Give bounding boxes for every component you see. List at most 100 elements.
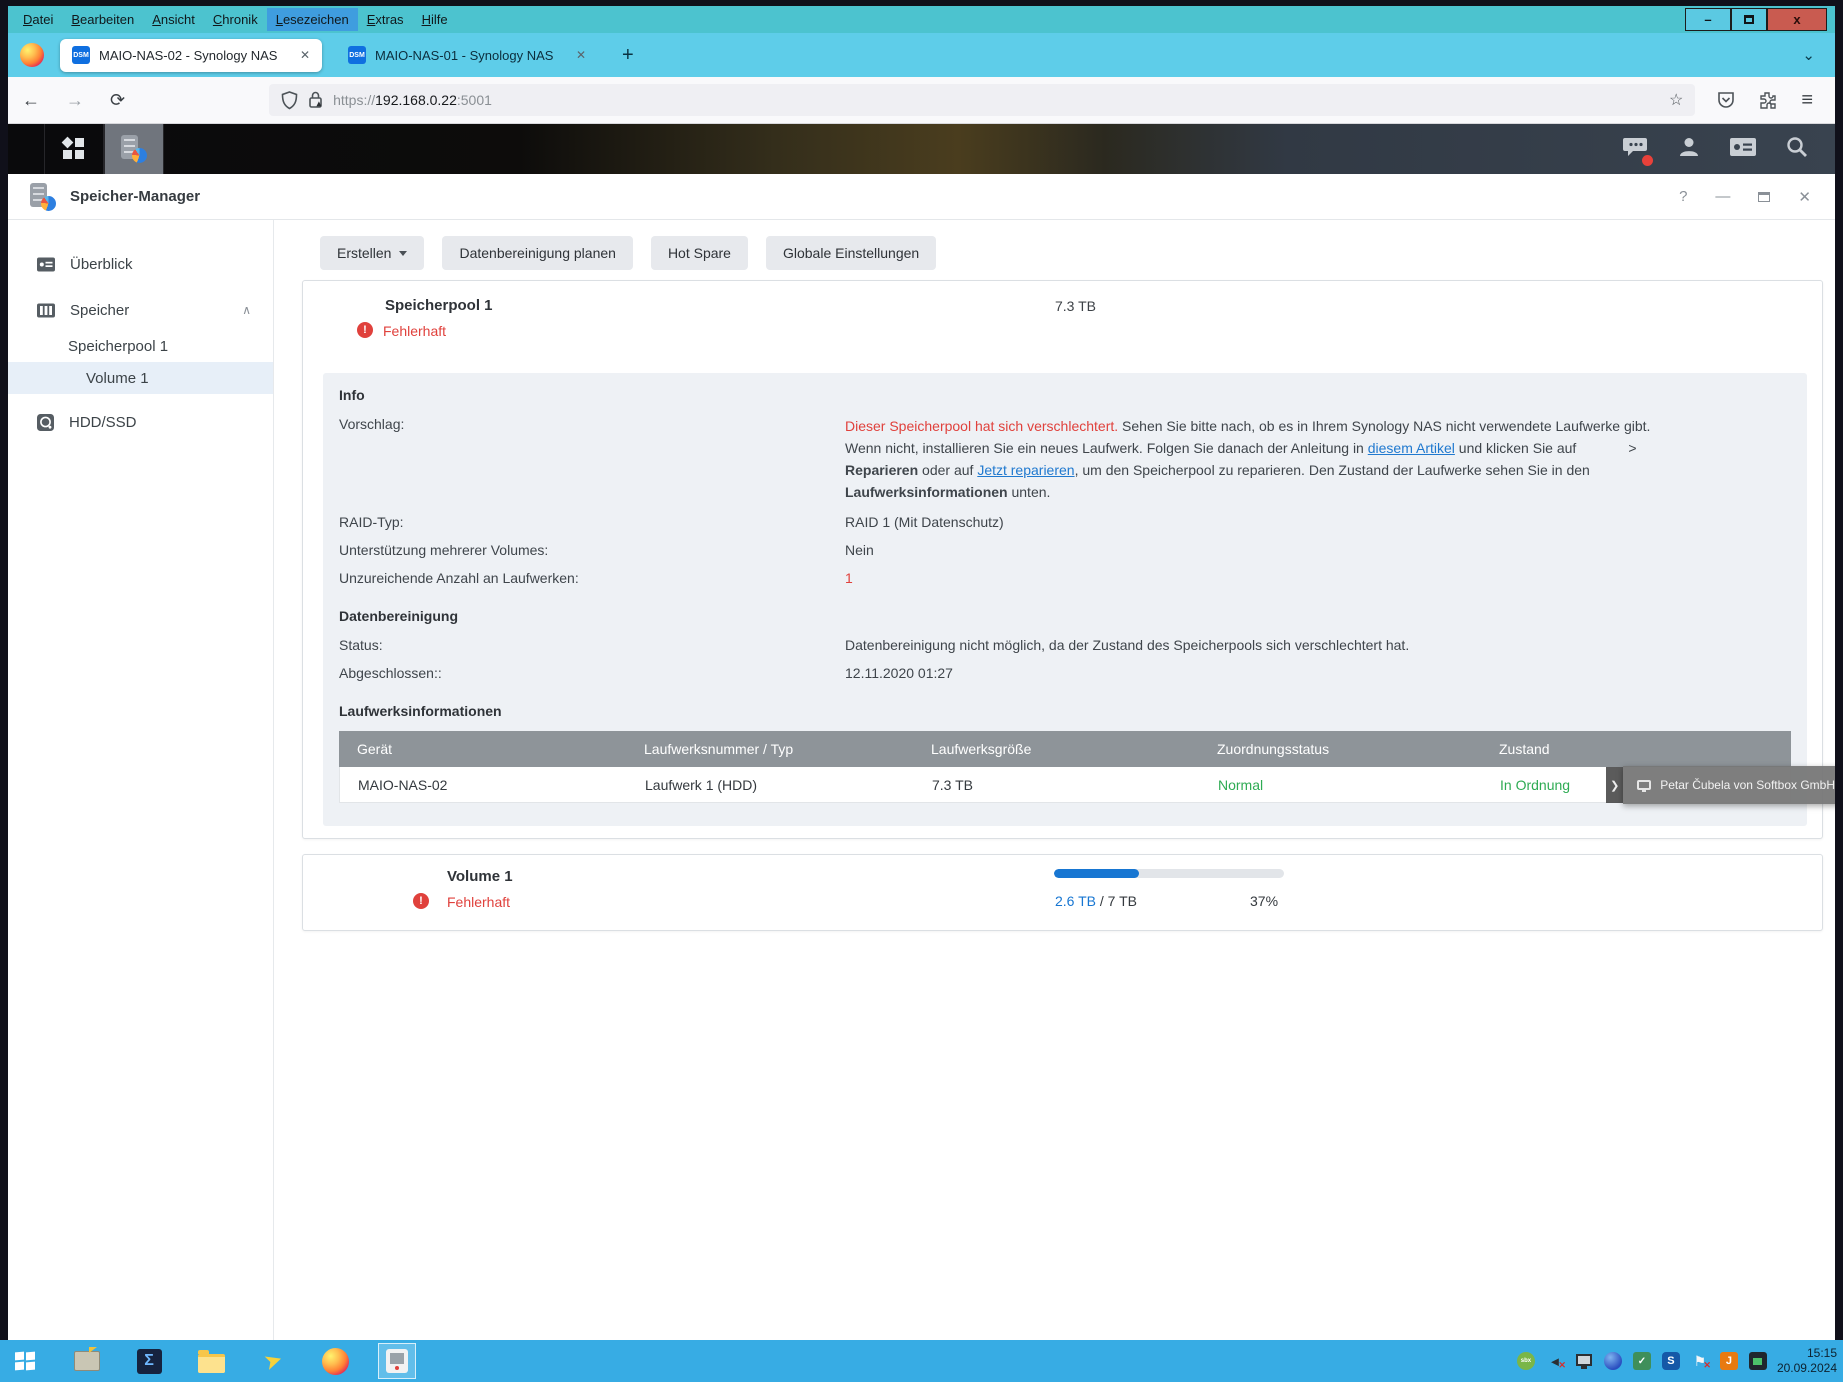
tray-assistant-icon[interactable] — [1604, 1352, 1622, 1370]
tab-maio-nas-02[interactable]: DSM MAIO-NAS-02 - Synology NAS ✕ — [60, 39, 322, 72]
cell-drive: Laufwerk 1 (HDD) — [627, 777, 914, 793]
minimize-button[interactable]: – — [1685, 8, 1731, 31]
bookmark-star-icon[interactable]: ☆ — [1669, 90, 1683, 110]
close-tab-icon[interactable]: ✕ — [576, 48, 586, 62]
col-zustand: Zustand — [1481, 741, 1791, 757]
tray-java-icon[interactable]: J — [1720, 1352, 1738, 1370]
lock-warning-icon[interactable] — [308, 91, 323, 109]
sidebar-item-volume-1[interactable]: Volume 1 — [8, 362, 273, 394]
remote-session-overlay: ❯ Petar Čubela von Softbox GmbH — [1588, 766, 1835, 804]
table-row[interactable]: MAIO-NAS-02 Laufwerk 1 (HDD) 7.3 TB Norm… — [339, 767, 1791, 803]
taskbar-icon-file-explorer[interactable] — [192, 1343, 230, 1379]
menu-chronik[interactable]: Chronik — [204, 8, 267, 31]
extensions-puzzle-icon[interactable] — [1759, 91, 1777, 109]
menu-hilfe[interactable]: Hilfe — [413, 8, 457, 31]
sidebar-label: Überblick — [70, 256, 133, 273]
sidebar-item-speicherpool-1[interactable]: Speicherpool 1 — [8, 330, 273, 362]
maximize-button[interactable] — [1731, 8, 1767, 31]
info-heading: Info — [339, 387, 1791, 403]
dsm-taskbar-storage-manager[interactable] — [104, 124, 164, 174]
overview-icon — [36, 256, 56, 273]
multi-volume-value: Nein — [845, 541, 1791, 560]
suggestion-warning: Dieser Speicherpool hat sich verschlecht… — [845, 418, 1118, 434]
start-button[interactable] — [0, 1340, 50, 1382]
storage-manager-body: Überblick Speicher ∧ Speicherpool 1 Volu… — [8, 220, 1835, 1340]
dsm-minimize-button[interactable]: — — [1715, 188, 1730, 205]
window-controls: – x — [1685, 8, 1827, 31]
volume-usage-fill — [1054, 869, 1139, 878]
diesem-artikel-link[interactable]: diesem Artikel — [1368, 440, 1455, 456]
menu-lesezeichen[interactable]: Lesezeichen — [267, 8, 358, 31]
dsm-close-button[interactable]: ✕ — [1798, 188, 1811, 206]
search-button[interactable] — [1785, 135, 1809, 164]
dsm-maximize-button[interactable] — [1758, 192, 1770, 202]
notification-badge — [1642, 155, 1653, 166]
sidebar-item-hdd-ssd[interactable]: HDD/SSD — [8, 404, 273, 440]
user-options-button[interactable] — [1677, 135, 1701, 164]
list-tabs-chevron-icon[interactable]: ⌄ — [1802, 46, 1823, 64]
tray-remote-control-icon[interactable] — [1749, 1352, 1767, 1370]
tray-network-icon[interactable] — [1575, 1352, 1593, 1370]
hot-spare-button[interactable]: Hot Spare — [651, 236, 748, 270]
globale-einstellungen-button[interactable]: Globale Einstellungen — [766, 236, 936, 270]
storage-icon — [36, 302, 56, 319]
chevron-up-icon[interactable]: ∧ — [242, 303, 251, 317]
drive-table: Gerät Laufwerksnummer / Typ Laufwerksgrö… — [339, 731, 1791, 803]
url-bar[interactable]: https://192.168.0.22:5001 ☆ — [269, 84, 1695, 116]
dsm-main-menu-button[interactable] — [44, 124, 104, 174]
taskbar-icon-firefox[interactable] — [316, 1343, 354, 1379]
pocket-icon[interactable] — [1717, 91, 1735, 109]
close-tab-icon[interactable]: ✕ — [300, 48, 310, 62]
close-button[interactable]: x — [1767, 8, 1827, 31]
screen-share-icon — [1637, 780, 1651, 790]
volume-percent: 37% — [1250, 893, 1330, 909]
reload-icon[interactable]: ⟳ — [110, 90, 125, 111]
tray-shield-check-icon[interactable]: ✓ — [1633, 1352, 1651, 1370]
sidebar-item-speicher[interactable]: Speicher ∧ — [8, 292, 273, 328]
new-tab-button[interactable]: + — [612, 44, 644, 67]
taskbar-icon-sigma-app[interactable]: Σ — [130, 1343, 168, 1379]
sidebar-item-ueberblick[interactable]: Überblick — [8, 246, 273, 282]
clock-time: 15:15 — [1777, 1346, 1837, 1361]
jetzt-reparieren-link[interactable]: Jetzt reparieren — [977, 462, 1074, 478]
tray-volume-muted-icon[interactable]: ◄ — [1546, 1352, 1564, 1370]
menu-hamburger-icon[interactable]: ≡ — [1801, 89, 1813, 112]
overlay-body[interactable]: Petar Čubela von Softbox GmbH — [1623, 766, 1835, 804]
storage-manager-app-icon — [30, 183, 56, 211]
taskbar-icon-active-app[interactable] — [378, 1343, 416, 1379]
menu-datei[interactable]: Datei — [14, 8, 62, 31]
forward-icon[interactable]: → — [66, 90, 84, 111]
storage-manager-titlebar[interactable]: Speicher-Manager ? — ✕ — [8, 174, 1835, 220]
menu-bearbeiten[interactable]: Bearbeiten — [62, 8, 143, 31]
monitor-icon — [1576, 1354, 1592, 1366]
help-button[interactable]: ? — [1679, 188, 1687, 205]
menu-ansicht[interactable]: Ansicht — [143, 8, 204, 31]
notifications-button[interactable] — [1623, 135, 1649, 164]
back-icon[interactable]: ← — [22, 90, 40, 111]
widgets-button[interactable] — [1729, 136, 1757, 163]
volume-total: / 7 TB — [1096, 893, 1137, 909]
menu-extras[interactable]: Extras — [358, 8, 413, 31]
button-label: Datenbereinigung planen — [459, 245, 615, 261]
tab-maio-nas-01[interactable]: DSM MAIO-NAS-01 - Synology NAS ✕ — [336, 39, 598, 72]
suggestion-row: Vorschlag: Dieser Speicherpool hat sich … — [339, 415, 1791, 504]
app-launcher-icon — [63, 138, 85, 160]
firefox-icon[interactable] — [20, 43, 44, 67]
volume-used: 2.6 TB — [1055, 893, 1096, 909]
firefox-window: Datei Bearbeiten Ansicht Chronik Lesezei… — [8, 6, 1835, 1340]
col-laufwerksgroesse: Laufwerksgröße — [913, 741, 1199, 757]
erstellen-button[interactable]: Erstellen — [320, 236, 424, 270]
taskbar-icon-send-app[interactable]: ➤ — [254, 1343, 292, 1379]
tray-sbx-icon[interactable]: sbx — [1517, 1352, 1535, 1370]
taskbar-clock[interactable]: 15:15 20.09.2024 — [1777, 1346, 1837, 1376]
sidebar-label: HDD/SSD — [69, 414, 137, 431]
storage-manager-icon — [121, 135, 147, 163]
taskbar-icon-server-manager[interactable] — [68, 1343, 106, 1379]
overlay-collapse-chevron[interactable]: ❯ — [1606, 767, 1623, 803]
tray-sophos-icon[interactable]: S — [1662, 1352, 1680, 1370]
datenbereinigung-planen-button[interactable]: Datenbereinigung planen — [442, 236, 632, 270]
tray-action-center-flag-icon[interactable]: ⚑ — [1691, 1352, 1709, 1370]
cell-device: MAIO-NAS-02 — [340, 777, 627, 793]
cell-allocation-status: Normal — [1200, 777, 1482, 793]
shield-icon[interactable] — [281, 91, 298, 110]
